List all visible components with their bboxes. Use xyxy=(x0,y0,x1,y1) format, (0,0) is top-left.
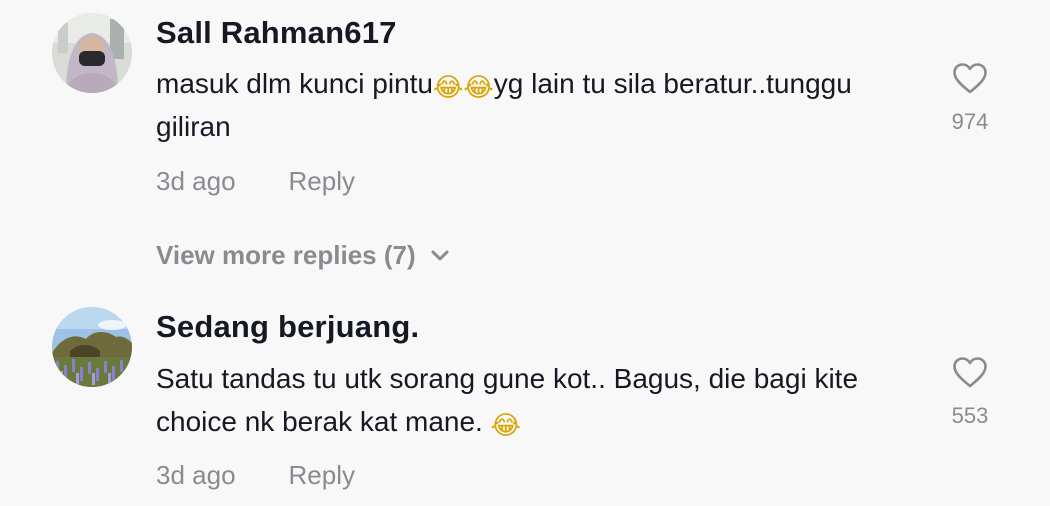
username[interactable]: Sall Rahman617 xyxy=(156,15,397,51)
like-button[interactable]: 974 xyxy=(940,62,1000,135)
comment-text-before: masuk dlm kunci pintu xyxy=(156,68,434,99)
like-count: 974 xyxy=(951,109,989,134)
laughing-emoji-icon: 😂 xyxy=(490,411,522,441)
comments-panel: Sall Rahman617 masuk dlm kunci pintu😂😂yg… xyxy=(0,0,1050,506)
view-more-replies-label: View more replies (7) xyxy=(156,240,416,270)
reply-button[interactable]: Reply xyxy=(289,166,355,196)
like-button[interactable]: 553 xyxy=(940,356,1000,429)
comment-time: 3d ago xyxy=(156,166,236,196)
chevron-down-icon xyxy=(430,238,450,269)
heart-icon xyxy=(953,63,987,94)
comment-time: 3d ago xyxy=(156,460,236,490)
laughing-emoji-icon: 😂😂 xyxy=(433,73,494,103)
avatar-landscape-lupins-icon xyxy=(52,307,132,387)
avatar[interactable] xyxy=(52,307,132,387)
view-more-replies-button[interactable]: View more replies (7) xyxy=(156,238,450,271)
comment-meta: 3d ago Reply xyxy=(156,460,355,491)
avatar[interactable] xyxy=(52,13,132,93)
avatar-woman-hijab-mask-icon xyxy=(52,13,132,93)
heart-icon xyxy=(953,357,987,388)
username[interactable]: Sedang berjuang. xyxy=(156,309,419,345)
comment-meta: 3d ago Reply xyxy=(156,166,355,197)
comment-text: Satu tandas tu utk sorang gune kot.. Bag… xyxy=(156,357,916,443)
comment-text: masuk dlm kunci pintu😂😂yg lain tu sila b… xyxy=(156,62,916,148)
like-count: 553 xyxy=(951,403,989,428)
reply-button[interactable]: Reply xyxy=(289,460,355,490)
